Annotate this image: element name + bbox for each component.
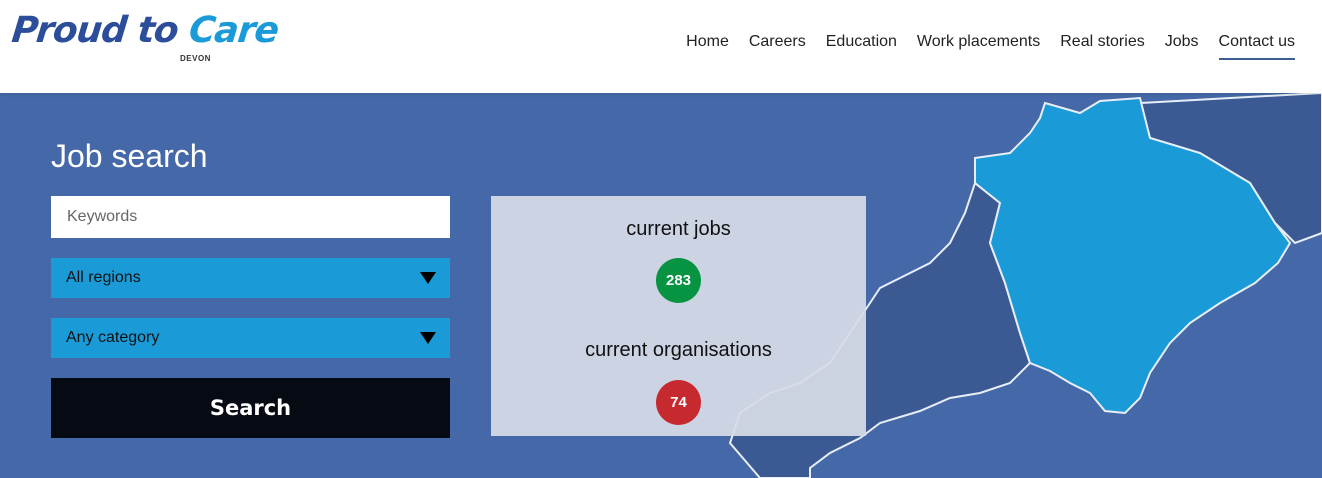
nav-contact-us[interactable]: Contact us [1209,32,1296,62]
main-nav: Home Careers Education Work placements R… [676,32,1296,62]
nav-real-stories[interactable]: Real stories [1050,32,1154,62]
logo-subtitle: DEVON [180,54,211,63]
current-jobs-label: current jobs [626,218,731,240]
site-header: Proud to Care DEVON Home Careers Educati… [0,0,1322,93]
nav-work-placements[interactable]: Work placements [907,32,1050,62]
stats-panel: current jobs 283 current organisations 7… [491,196,866,436]
nav-jobs[interactable]: Jobs [1155,32,1209,62]
search-button[interactable]: Search [51,378,450,438]
nav-education[interactable]: Education [816,32,907,62]
current-organisations-count-badge[interactable]: 74 [656,380,701,425]
region-select[interactable]: All regions [51,258,450,298]
current-jobs-count-badge[interactable]: 283 [656,258,701,303]
category-select[interactable]: Any category [51,318,450,358]
nav-careers[interactable]: Careers [739,32,816,62]
current-organisations-label: current organisations [585,339,772,361]
nav-home[interactable]: Home [676,32,739,62]
job-search-hero: Job search All regions Any category Sear… [0,93,1322,478]
category-select-value: Any category [66,329,160,346]
caret-down-icon [420,272,436,284]
job-search-title: Job search [51,138,208,174]
caret-down-icon [420,332,436,344]
logo-wordmark: Proud to Care [9,10,281,51]
region-select-value: All regions [66,269,141,286]
keywords-input[interactable] [51,196,450,238]
proud-to-care-logo[interactable]: Proud to Care DEVON [10,10,280,70]
